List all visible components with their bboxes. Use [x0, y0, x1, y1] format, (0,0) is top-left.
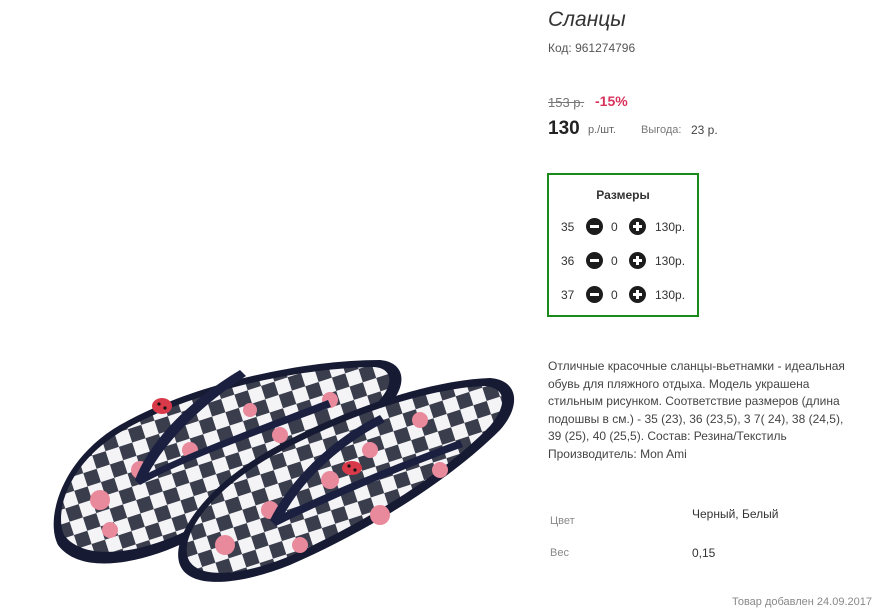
size-label: 35: [561, 220, 575, 234]
plus-icon[interactable]: [629, 252, 646, 269]
attribute-label-weight: Вес: [550, 547, 569, 559]
size-row: 37 0 130р.: [549, 285, 697, 305]
attribute-value-color: Черный, Белый: [692, 507, 779, 521]
minus-icon[interactable]: [586, 252, 603, 269]
product-code: Код: 961274796: [548, 41, 636, 55]
price-unit: р./шт.: [588, 124, 616, 136]
savings-label: Выгода:: [641, 124, 682, 136]
plus-icon[interactable]: [629, 218, 646, 235]
date-added: Товар добавлен 24.09.2017: [731, 596, 872, 608]
current-price: 130: [548, 118, 580, 139]
plus-icon[interactable]: [629, 286, 646, 303]
size-row: 36 0 130р.: [549, 251, 697, 271]
quantity-value[interactable]: 0: [611, 254, 618, 268]
minus-icon[interactable]: [586, 218, 603, 235]
size-price: 130р.: [655, 254, 686, 268]
minus-icon[interactable]: [586, 286, 603, 303]
quantity-value[interactable]: 0: [611, 288, 618, 302]
discount-badge: -15%: [595, 93, 628, 109]
product-image: [53, 360, 515, 582]
product-title: Сланцы: [548, 8, 626, 31]
attribute-value-weight: 0,15: [692, 546, 716, 560]
old-price: 153 р.: [548, 95, 585, 110]
quantity-value[interactable]: 0: [611, 220, 618, 234]
size-label: 37: [561, 288, 575, 302]
size-row: 35 0 130р.: [549, 217, 697, 237]
size-label: 36: [561, 254, 575, 268]
product-description: Отличные красочные сланцы-вьетнамки - ид…: [548, 359, 845, 461]
sizes-panel: Размеры 35 0 130р. 36 0 130р. 37 0 130р.: [547, 173, 699, 317]
sizes-title: Размеры: [596, 188, 650, 202]
savings-value: 23 р.: [691, 123, 718, 137]
size-price: 130р.: [655, 220, 686, 234]
size-price: 130р.: [655, 288, 686, 302]
attribute-label-color: Цвет: [550, 515, 575, 527]
